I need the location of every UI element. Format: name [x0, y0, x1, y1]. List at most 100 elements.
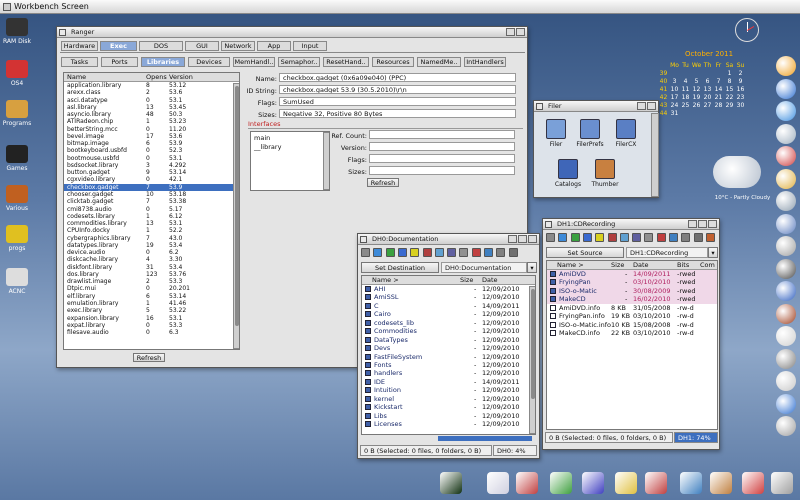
- libraries-scrollbar[interactable]: [233, 83, 239, 349]
- tab-libraries[interactable]: Libraries: [141, 57, 185, 67]
- library-row[interactable]: CPUInfo.docky 1 52.2: [64, 227, 239, 234]
- dh0-file-row[interactable]: codesets_lib -12/09/2010: [362, 319, 535, 327]
- dh1-file-row[interactable]: FryingPan.info 19 KB 03/10/2010 -rw-d: [547, 312, 717, 320]
- desktop-icon-progs[interactable]: progs: [2, 225, 32, 252]
- calendar-day[interactable]: [680, 69, 691, 77]
- close-icon[interactable]: [536, 103, 543, 110]
- library-row[interactable]: exec.library 5 53.22: [64, 307, 239, 314]
- calendar-day[interactable]: 9: [735, 77, 746, 85]
- toolbar-button-icon[interactable]: [434, 248, 444, 257]
- calendar-day[interactable]: 30: [735, 101, 746, 109]
- calendar-day[interactable]: 28: [713, 101, 724, 109]
- dock-app-icon[interactable]: [776, 236, 796, 256]
- filer-item-filercx[interactable]: FilerCX: [610, 119, 642, 148]
- tab-namedme[interactable]: NamedMe..: [417, 57, 461, 67]
- dh1-title-bar[interactable]: DH1:CDRecording: [543, 219, 719, 230]
- dh0-title-bar[interactable]: DH0:Documentation: [358, 234, 539, 245]
- calendar-day[interactable]: 19: [691, 93, 702, 101]
- toolbar-button-icon[interactable]: [496, 248, 506, 257]
- dh0-file-row[interactable]: Libs -12/09/2010: [362, 412, 535, 420]
- dh0-window[interactable]: DH0:Documentation Set Destination DH0:Do…: [357, 233, 540, 459]
- col-opens[interactable]: Opens: [146, 73, 167, 82]
- tab-gui[interactable]: GUI: [185, 41, 219, 51]
- library-row[interactable]: asyncio.library 48 50.3: [64, 111, 239, 118]
- toolbar-button-icon[interactable]: [656, 233, 666, 242]
- library-row[interactable]: emulation.library 1 41.46: [64, 300, 239, 307]
- dh0-file-row[interactable]: Devs -12/09/2010: [362, 344, 535, 352]
- dh1-file-row[interactable]: AmiDVD.info 8 KB 31/05/2008 -rw-d: [547, 304, 717, 312]
- library-row[interactable]: diskcache.library 4 3.30: [64, 256, 239, 263]
- dh1-col-bits[interactable]: Bits: [677, 261, 689, 270]
- toolbar-button-icon[interactable]: [619, 233, 629, 242]
- dock-app-icon[interactable]: [776, 326, 796, 346]
- tab-semaphor[interactable]: Semaphor..: [278, 57, 320, 67]
- dock-app-icon[interactable]: [776, 393, 796, 414]
- dock-app-icon[interactable]: [710, 472, 732, 494]
- dh0-file-row[interactable]: IDE -14/09/2011: [362, 378, 535, 386]
- dock-app-icon[interactable]: [771, 472, 793, 494]
- library-row[interactable]: bsdsocket.library 3 4.292: [64, 162, 239, 169]
- toolbar-button-icon[interactable]: [570, 233, 580, 242]
- tab-resethand[interactable]: ResetHand..: [323, 57, 369, 67]
- library-row[interactable]: arexx.class 2 53.6: [64, 89, 239, 96]
- filer-scrollbar[interactable]: [651, 113, 659, 197]
- calendar-day[interactable]: 26: [691, 101, 702, 109]
- dh1-file-row[interactable]: ISO-o-Matic -30/08/2009 -rwed: [547, 286, 717, 296]
- libraries-list[interactable]: Name Opens Version application.library 8 5…: [63, 72, 240, 350]
- dh0-file-row[interactable]: Kickstart -12/09/2010: [362, 403, 535, 411]
- dh1-file-row[interactable]: MakeCD -16/02/2010 -rwed: [547, 295, 717, 304]
- dock-app-icon[interactable]: [776, 101, 796, 121]
- dh0-file-row[interactable]: FastFileSystem -12/09/2010: [362, 353, 535, 361]
- toolbar-button-icon[interactable]: [471, 248, 481, 257]
- library-row[interactable]: expansion.library 16 53.1: [64, 315, 239, 322]
- calendar-day[interactable]: [691, 109, 702, 117]
- dh1-col-size[interactable]: Size: [611, 261, 624, 270]
- toolbar-button-icon[interactable]: [595, 233, 605, 242]
- calendar-day[interactable]: 20: [702, 93, 713, 101]
- depth-icon[interactable]: [647, 102, 656, 110]
- library-row[interactable]: cmi8738.audio 0 5.17: [64, 206, 239, 213]
- set-destination-button[interactable]: Set Destination: [361, 262, 439, 273]
- tab-inthandlers[interactable]: IntHandlers: [464, 57, 506, 67]
- dh0-file-row[interactable]: Fonts -12/09/2010: [362, 361, 535, 369]
- filer-title-bar[interactable]: Filer: [534, 101, 658, 112]
- library-row[interactable]: expat.library 0 53.3: [64, 322, 239, 329]
- dock-app-icon[interactable]: [776, 191, 796, 211]
- dh0-hscroll-thumb[interactable]: [438, 436, 532, 441]
- desktop-icon-various[interactable]: Various: [2, 185, 32, 212]
- desktop-icon-ram-disk[interactable]: RAM Disk: [2, 18, 32, 45]
- filer-item-thumber[interactable]: Thumber: [589, 159, 621, 188]
- tab-exec[interactable]: Exec: [100, 41, 137, 51]
- calendar-day[interactable]: 18: [680, 93, 691, 101]
- calendar-day[interactable]: [680, 109, 691, 117]
- dh0-path-dropdown[interactable]: ▾: [527, 262, 537, 273]
- dh0-file-row[interactable]: AHI -12/09/2010: [362, 285, 535, 293]
- iconify-icon[interactable]: [508, 235, 517, 243]
- calendar-day[interactable]: 29: [724, 101, 735, 109]
- library-row[interactable]: Dtpic.mui 0 20.201: [64, 285, 239, 292]
- calendar-day[interactable]: 31: [669, 109, 680, 117]
- library-row[interactable]: drawlist.image 2 53.3: [64, 278, 239, 285]
- dh1-file-row[interactable]: ISO-o-Matic.info 10 KB 15/08/2008 -rw-d: [547, 321, 717, 329]
- dock-app-icon[interactable]: [776, 303, 796, 324]
- tab-resources[interactable]: Resources: [372, 57, 414, 67]
- dh1-col-name[interactable]: Name >: [557, 261, 584, 270]
- iconify-icon[interactable]: [688, 220, 697, 228]
- tab-tasks[interactable]: Tasks: [61, 57, 98, 67]
- calendar-day[interactable]: 21: [713, 93, 724, 101]
- library-row[interactable]: ATIRadeon.chip 1 53.23: [64, 118, 239, 125]
- calendar-day[interactable]: [735, 109, 746, 117]
- depth-icon[interactable]: [516, 28, 525, 36]
- filer-item-catalogs[interactable]: Catalogs: [552, 159, 584, 188]
- dh0-file-row[interactable]: Commodities -12/09/2010: [362, 327, 535, 335]
- library-row[interactable]: betterString.mcc 0 11.20: [64, 126, 239, 133]
- library-row[interactable]: bevel.image 17 53.6: [64, 133, 239, 140]
- calendar-day[interactable]: 16: [735, 85, 746, 93]
- dock-app-icon[interactable]: [776, 123, 796, 144]
- dock-app-icon[interactable]: [440, 472, 462, 494]
- toolbar-button-icon[interactable]: [397, 248, 407, 257]
- toolbar-button-icon[interactable]: [669, 233, 678, 242]
- toolbar-button-icon[interactable]: [447, 248, 457, 257]
- toolbar-button-icon[interactable]: [385, 248, 395, 257]
- library-row[interactable]: checkbox.gadget 7 53.9: [64, 183, 239, 191]
